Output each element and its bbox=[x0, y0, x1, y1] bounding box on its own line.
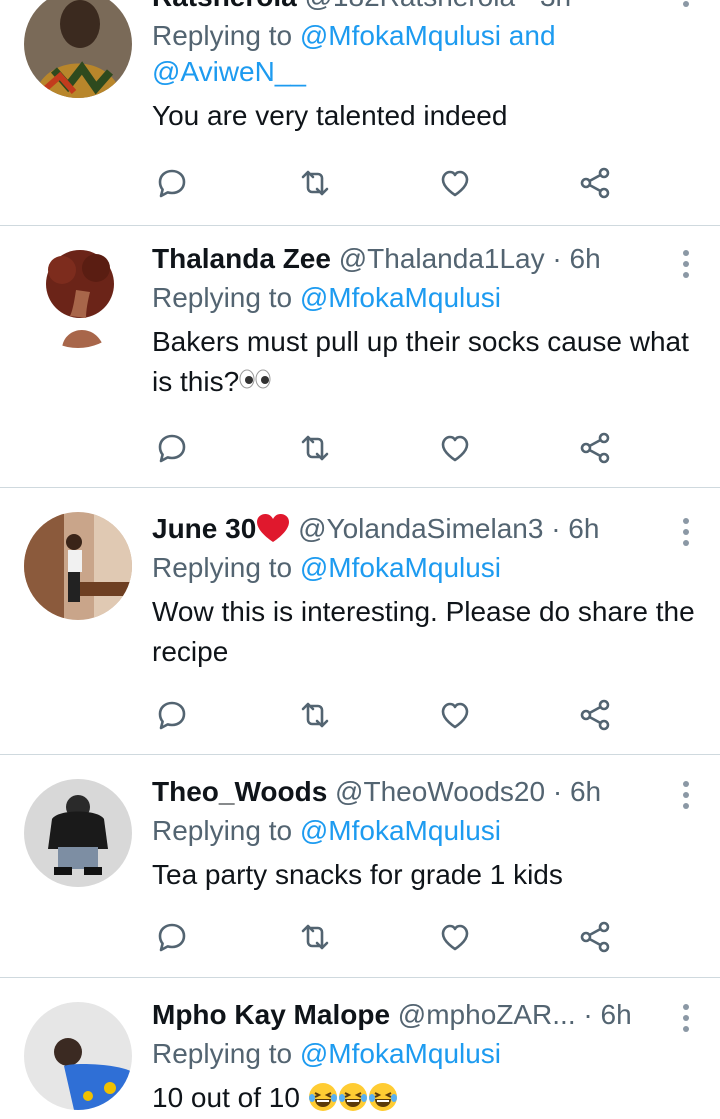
mention-link[interactable]: @MfokaMqulusi and bbox=[300, 20, 556, 51]
tweet-header: Theo_Woods @TheoWoods20 · 6h bbox=[152, 775, 698, 809]
avatar[interactable] bbox=[24, 779, 132, 887]
more-icon[interactable] bbox=[680, 0, 692, 12]
mention-link[interactable]: @MfokaMqulusi bbox=[300, 1038, 501, 1069]
avatar[interactable] bbox=[24, 240, 132, 348]
mention-link[interactable]: @AviweN__ bbox=[152, 56, 306, 87]
timestamp[interactable]: 3h bbox=[540, 0, 571, 12]
tweet-text: Tea party snacks for grade 1 kids bbox=[152, 855, 698, 895]
replying-to: Replying to @MfokaMqulusi bbox=[152, 1036, 698, 1072]
heart-icon[interactable] bbox=[435, 163, 475, 203]
tweet-text-content: Wow this is interesting. Please do share… bbox=[152, 596, 695, 667]
more-icon[interactable] bbox=[680, 781, 692, 814]
tweet-actions bbox=[152, 428, 632, 468]
laughing-emoji-icon bbox=[308, 1083, 337, 1111]
replying-label: Replying to bbox=[152, 815, 293, 846]
tweet-text: Bakers must pull up their socks cause wh… bbox=[152, 322, 698, 402]
avatar[interactable] bbox=[24, 0, 132, 98]
tweet[interactable]: June 30 @YolandaSimelan3 · 6h Replying t… bbox=[0, 488, 720, 755]
eyes-emoji-icon bbox=[239, 369, 271, 389]
separator-dot: · bbox=[583, 999, 593, 1030]
user-handle[interactable]: @Thalanda1Lay bbox=[339, 243, 545, 274]
user-handle[interactable]: @mphoZAR... bbox=[398, 999, 576, 1030]
separator-dot: · bbox=[523, 0, 532, 12]
heart-icon[interactable] bbox=[435, 428, 475, 468]
retweet-icon[interactable] bbox=[295, 695, 335, 735]
tweet-header: Ratsherola @182Ratsherola · 3h bbox=[152, 0, 698, 14]
retweet-icon[interactable] bbox=[295, 428, 335, 468]
replying-to: Replying to @MfokaMqulusi bbox=[152, 813, 698, 849]
heart-icon[interactable] bbox=[435, 695, 475, 735]
user-handle[interactable]: @TheoWoods20 bbox=[335, 776, 545, 807]
tweet-header: Thalanda Zee @Thalanda1Lay · 6h bbox=[152, 242, 698, 276]
mention-link[interactable]: @MfokaMqulusi bbox=[300, 552, 501, 583]
share-icon[interactable] bbox=[575, 163, 615, 203]
display-name[interactable]: Mpho Kay Malope bbox=[152, 999, 390, 1030]
tweet[interactable]: Theo_Woods @TheoWoods20 · 6h Replying to… bbox=[0, 755, 720, 978]
tweet-text-content: 10 out of 10 bbox=[152, 1082, 300, 1113]
more-icon[interactable] bbox=[680, 250, 692, 283]
tweet[interactable]: Thalanda Zee @Thalanda1Lay · 6h Replying… bbox=[0, 226, 720, 488]
reply-icon[interactable] bbox=[152, 695, 192, 735]
user-handle[interactable]: @182Ratsherola bbox=[305, 0, 516, 12]
reply-icon[interactable] bbox=[152, 428, 192, 468]
tweet-text-content: You are very talented indeed bbox=[152, 100, 508, 131]
separator-dot: · bbox=[552, 243, 562, 274]
more-icon[interactable] bbox=[680, 518, 692, 551]
user-handle[interactable]: @YolandaSimelan3 bbox=[298, 513, 543, 544]
separator-dot: · bbox=[551, 513, 561, 544]
tweet[interactable]: Mpho Kay Malope @mphoZAR... · 6h Replyin… bbox=[0, 978, 720, 1119]
share-icon[interactable] bbox=[575, 695, 615, 735]
avatar[interactable] bbox=[24, 512, 132, 620]
tweet-actions bbox=[152, 695, 632, 735]
laughing-emoji-icon bbox=[338, 1083, 367, 1111]
display-name[interactable]: Thalanda Zee bbox=[152, 243, 331, 274]
separator-dot: · bbox=[552, 776, 563, 807]
tweet-text: 10 out of 10 bbox=[152, 1078, 698, 1118]
display-name[interactable]: June 30 bbox=[152, 513, 256, 544]
timestamp[interactable]: 6h bbox=[568, 513, 599, 544]
mention-link[interactable]: @MfokaMqulusi bbox=[300, 282, 501, 313]
tweet-actions bbox=[152, 163, 632, 203]
tweet-header: June 30 @YolandaSimelan3 · 6h bbox=[152, 512, 698, 546]
red-heart-emoji-icon bbox=[257, 514, 290, 542]
mention-link[interactable]: @MfokaMqulusi bbox=[300, 815, 501, 846]
retweet-icon[interactable] bbox=[295, 917, 335, 957]
replying-to: Replying to @MfokaMqulusi and @AviweN__ bbox=[152, 18, 698, 90]
tweet-text: You are very talented indeed bbox=[152, 96, 698, 136]
replying-to: Replying to @MfokaMqulusi bbox=[152, 280, 698, 316]
share-icon[interactable] bbox=[575, 428, 615, 468]
replying-label: Replying to bbox=[152, 20, 293, 51]
replying-to: Replying to @MfokaMqulusi bbox=[152, 550, 698, 586]
tweet-text: Wow this is interesting. Please do share… bbox=[152, 592, 698, 672]
more-icon[interactable] bbox=[680, 1004, 692, 1037]
timestamp[interactable]: 6h bbox=[570, 243, 601, 274]
tweet[interactable]: Ratsherola @182Ratsherola · 3h Replying … bbox=[0, 0, 720, 226]
tweet-text-content: Tea party snacks for grade 1 kids bbox=[152, 859, 563, 890]
laughing-emoji-icon bbox=[368, 1083, 397, 1111]
reply-icon[interactable] bbox=[152, 917, 192, 957]
tweet-actions bbox=[152, 917, 632, 957]
tweet-text-content: Bakers must pull up their socks cause wh… bbox=[152, 326, 689, 397]
heart-icon[interactable] bbox=[435, 917, 475, 957]
replying-label: Replying to bbox=[152, 552, 293, 583]
replying-label: Replying to bbox=[152, 282, 293, 313]
tweet-header: Mpho Kay Malope @mphoZAR... · 6h bbox=[152, 998, 698, 1032]
replying-label: Replying to bbox=[152, 1038, 293, 1069]
timestamp[interactable]: 6h bbox=[601, 999, 632, 1030]
timestamp[interactable]: 6h bbox=[570, 776, 601, 807]
display-name[interactable]: Ratsherola bbox=[152, 0, 297, 12]
share-icon[interactable] bbox=[575, 917, 615, 957]
reply-icon[interactable] bbox=[152, 163, 192, 203]
display-name[interactable]: Theo_Woods bbox=[152, 776, 327, 807]
avatar[interactable] bbox=[24, 1002, 132, 1110]
retweet-icon[interactable] bbox=[295, 163, 335, 203]
